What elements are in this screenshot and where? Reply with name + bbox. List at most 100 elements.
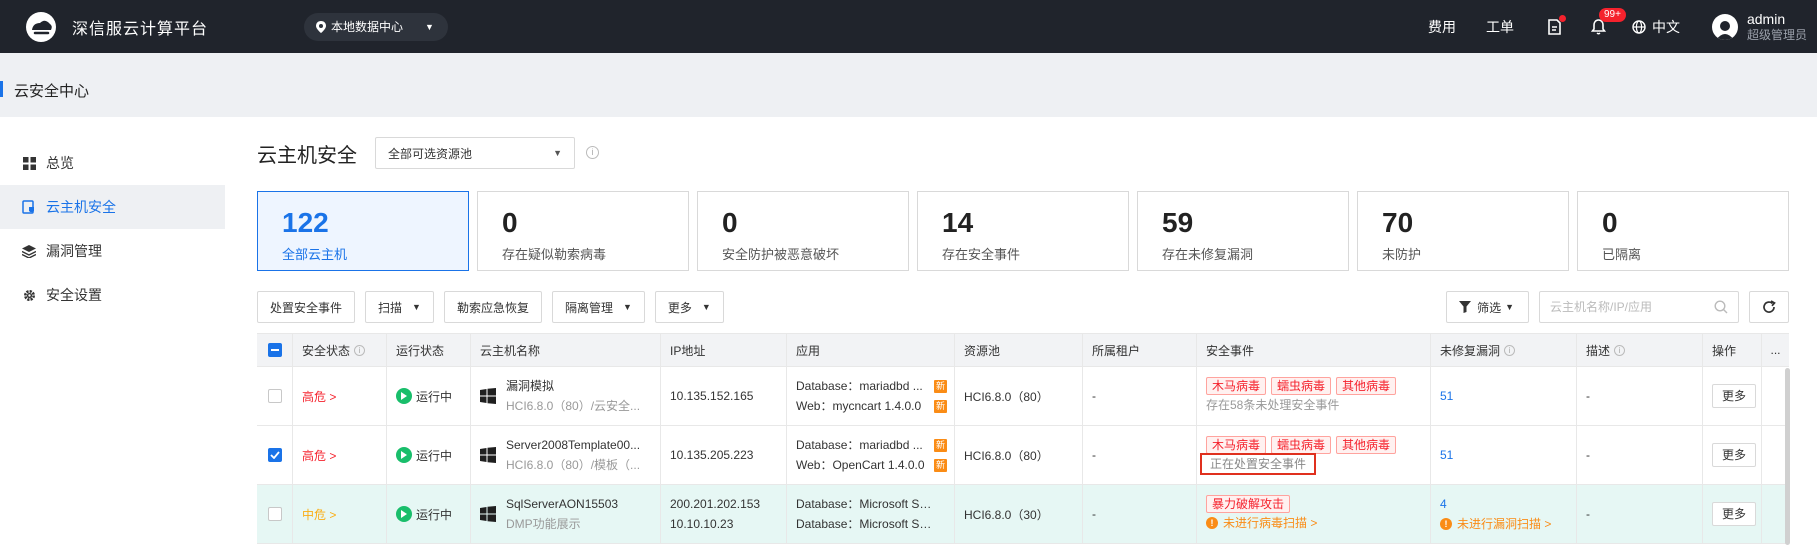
stat-label: 未防护 <box>1382 247 1422 262</box>
sidebar-item-overview[interactable]: 总览 <box>0 141 225 185</box>
column-header[interactable]: 云主机名称 <box>480 342 540 359</box>
refresh-button[interactable] <box>1749 291 1789 323</box>
sidebar-item-label: 安全设置 <box>46 287 102 303</box>
event-tag[interactable]: 其他病毒 <box>1336 436 1397 454</box>
filter-label: 筛选 <box>1477 300 1502 315</box>
info-icon[interactable]: i <box>586 146 599 159</box>
globe-icon <box>1632 19 1646 34</box>
event-tag[interactable]: 蠕虫病毒 <box>1271 436 1332 454</box>
datacenter-select[interactable]: 本地数据中心 ▼ <box>304 12 448 41</box>
scan-button[interactable]: 扫描 ▼ <box>365 291 434 323</box>
stat-value: 0 <box>1602 207 1618 238</box>
top-bar: 深信服云计算平台 本地数据中心 ▼ 费用 工单 99+ 中文 admin 超级管… <box>0 0 1817 53</box>
ransomware-recover-button[interactable]: 勒索应急恢复 <box>443 291 542 323</box>
sidebar-item-vuln-management[interactable]: 漏洞管理 <box>0 229 225 273</box>
app-entry: Database：Microsoft SQ... <box>796 497 932 511</box>
run-status-label: 运行中 <box>416 507 453 522</box>
resource-pool: HCI6.8.0（80） <box>964 389 1049 404</box>
event-tag[interactable]: 暴力破解攻击 <box>1206 495 1291 513</box>
column-header[interactable]: 资源池 <box>964 342 1000 359</box>
row-more-button[interactable]: 更多 <box>1712 502 1757 526</box>
stat-card-security-events[interactable]: 14 存在安全事件 <box>917 191 1129 271</box>
host-name-link[interactable]: 漏洞模拟 <box>506 376 640 396</box>
handle-events-button[interactable]: 处置安全事件 <box>257 291 356 323</box>
windows-icon <box>480 388 496 404</box>
app-entry: Web：mycncart 1.4.0.0 <box>796 399 922 413</box>
sidebar-item-security-settings[interactable]: 安全设置 <box>0 273 225 317</box>
stat-value: 14 <box>942 207 974 238</box>
stat-card-unfixed-vulns[interactable]: 59 存在未修复漏洞 <box>1137 191 1349 271</box>
host-name-link[interactable]: SqlServerAON15503 <box>506 494 618 514</box>
event-tag[interactable]: 木马病毒 <box>1206 436 1267 454</box>
vuln-scan-warning-link[interactable]: ! 未进行漏洞扫描 > <box>1440 514 1551 534</box>
risk-level-link[interactable]: 高危 > <box>302 447 336 464</box>
column-header[interactable]: 未修复漏洞 <box>1440 342 1500 359</box>
table-scrollbar[interactable] <box>1785 368 1790 545</box>
row-more-button[interactable]: 更多 <box>1712 384 1757 408</box>
language-switch[interactable]: 中文 <box>1632 17 1680 37</box>
table-row[interactable]: 中危 > 运行中 SqlServerAON15503 DMP功能展示 200.20… <box>257 485 1789 544</box>
stat-card-all-hosts[interactable]: 122 全部云主机 <box>257 191 469 271</box>
column-header[interactable]: 所属租户 <box>1092 342 1140 359</box>
play-icon <box>396 388 412 404</box>
more-actions-button[interactable]: 更多 ▼ <box>654 291 724 323</box>
column-header[interactable]: 安全事件 <box>1206 342 1254 359</box>
row-more-button[interactable]: 更多 <box>1712 443 1757 467</box>
sidebar: 总览 云主机安全 漏洞管理 安全设置 <box>0 117 225 545</box>
search-input[interactable] <box>1550 300 1710 314</box>
gear-icon <box>22 288 36 302</box>
isolation-management-button[interactable]: 隔离管理 ▼ <box>551 291 645 323</box>
info-icon[interactable]: i <box>1504 344 1516 356</box>
table-row[interactable]: 高危 > 运行中 漏洞模拟 HCI6.8.0（80）/云安全... 10.135.… <box>257 367 1789 426</box>
host-name-link[interactable]: Server2008Template00... <box>506 435 640 455</box>
task-badge-dot <box>1558 14 1566 22</box>
task-button[interactable] <box>1544 14 1566 38</box>
row-checkbox[interactable] <box>267 448 282 462</box>
notification-button[interactable]: 99+ <box>1588 7 1626 38</box>
search-icon[interactable] <box>1714 300 1728 314</box>
info-icon[interactable]: i <box>354 344 366 356</box>
table-row[interactable]: 高危 > 运行中 Server2008Template00... HCI6.8.0… <box>257 426 1789 485</box>
column-header[interactable]: 安全状态 <box>302 342 350 359</box>
vuln-count-link[interactable]: 4 <box>1440 494 1551 514</box>
filter-button[interactable]: 筛选 ▼ <box>1446 291 1529 323</box>
row-checkbox[interactable] <box>267 389 282 403</box>
event-tag[interactable]: 其他病毒 <box>1336 377 1397 395</box>
column-header[interactable]: 运行状态 <box>396 342 444 359</box>
sidebar-item-host-security[interactable]: 云主机安全 <box>0 185 225 229</box>
risk-level-link[interactable]: 中危 > <box>302 506 336 523</box>
ticket-link[interactable]: 工单 <box>1486 17 1514 37</box>
sidebar-item-label: 云主机安全 <box>46 199 116 215</box>
stat-card-ransomware[interactable]: 0 存在疑似勒索病毒 <box>477 191 689 271</box>
vuln-count-link[interactable]: 51 <box>1440 448 1453 462</box>
resource-pool-select[interactable]: 全部可选资源池 ▼ <box>375 137 575 169</box>
column-header[interactable]: IP地址 <box>670 342 705 359</box>
column-header[interactable]: 描述 <box>1586 342 1610 359</box>
app-logo[interactable]: 深信服云计算平台 <box>24 10 280 44</box>
risk-level-link[interactable]: 高危 > <box>302 388 336 405</box>
refresh-icon <box>1763 300 1776 313</box>
scan-label: 扫描 <box>378 300 403 315</box>
user-menu[interactable]: admin 超级管理员 <box>1711 11 1807 43</box>
stat-card-unprotected[interactable]: 70 未防护 <box>1357 191 1569 271</box>
event-tag[interactable]: 蠕虫病毒 <box>1271 377 1332 395</box>
billing-link[interactable]: 费用 <box>1428 17 1456 37</box>
event-tag[interactable]: 木马病毒 <box>1206 377 1267 395</box>
info-icon[interactable]: i <box>1614 344 1626 356</box>
new-badge: 新 <box>934 399 947 413</box>
virus-scan-warning-link[interactable]: ! 未进行病毒扫描 > <box>1206 513 1317 533</box>
host-location: DMP功能展示 <box>506 517 581 531</box>
ip-address: 10.135.205.223 <box>670 448 754 462</box>
layers-icon <box>22 244 36 258</box>
stat-card-protection-broken[interactable]: 0 安全防护被恶意破坏 <box>697 191 909 271</box>
vuln-count-link[interactable]: 51 <box>1440 389 1453 403</box>
column-header[interactable]: 应用 <box>796 342 820 359</box>
column-settings-button[interactable]: ... <box>1770 343 1780 357</box>
stat-card-isolated[interactable]: 0 已隔离 <box>1577 191 1789 271</box>
select-all-checkbox[interactable] <box>267 343 282 357</box>
chevron-down-icon: ▼ <box>622 302 632 312</box>
host-security-icon <box>22 200 36 214</box>
row-checkbox[interactable] <box>267 507 282 521</box>
host-table: 安全状态 i 运行状态 云主机名称 IP地址 应用 资源池 所属租户 安全事件 未… <box>257 333 1789 544</box>
resource-pool-value: 全部可选资源池 <box>388 146 473 161</box>
